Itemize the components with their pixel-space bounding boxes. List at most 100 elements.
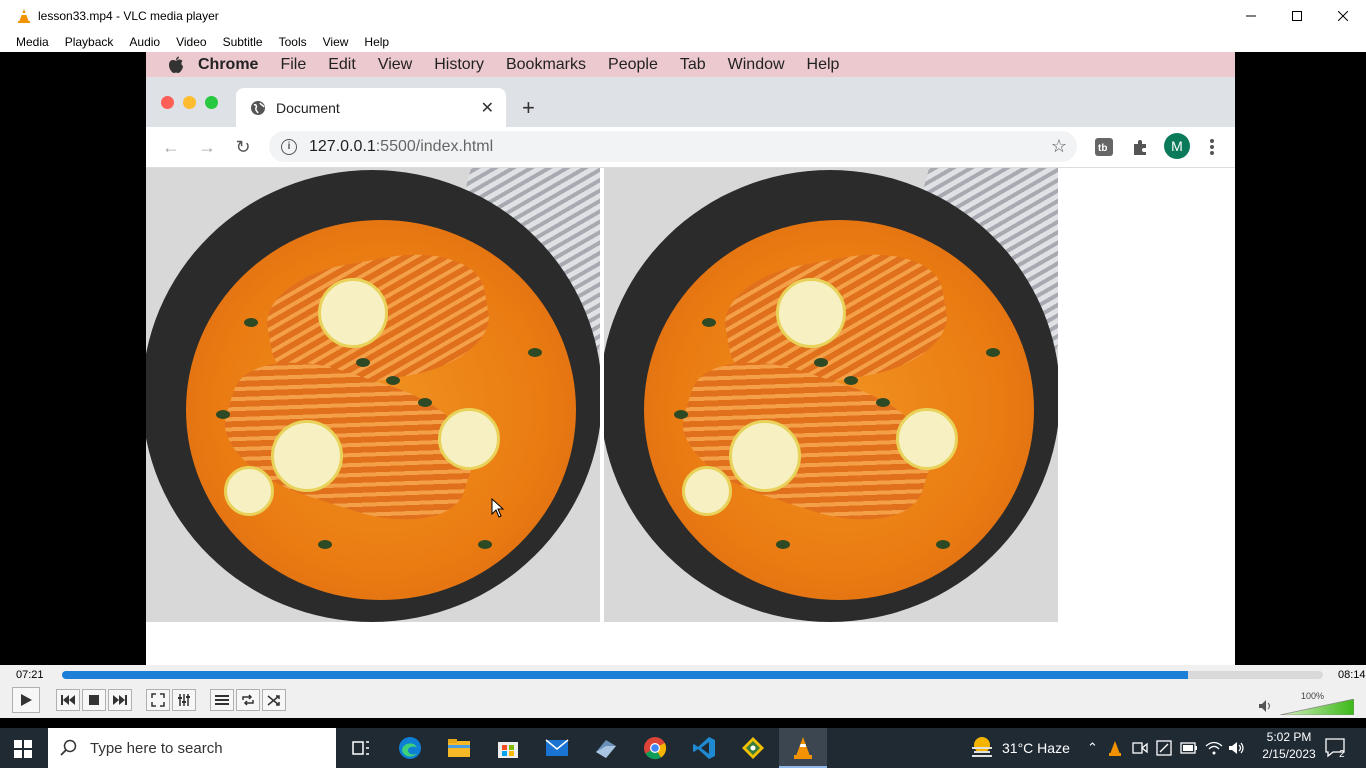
seek-bar[interactable] bbox=[62, 671, 1323, 679]
next-button[interactable] bbox=[108, 689, 132, 711]
loop-button[interactable] bbox=[236, 689, 260, 711]
shuffle-button[interactable] bbox=[262, 689, 286, 711]
mac-menu-file[interactable]: File bbox=[280, 56, 306, 74]
mac-menu-tab[interactable]: Tab bbox=[680, 56, 706, 74]
notification-count: 2 bbox=[1339, 749, 1345, 760]
vlc-title-bar: lesson33.mp4 - VLC media player bbox=[0, 0, 1366, 31]
taskbar-clock[interactable]: 5:02 PM 2/15/2023 bbox=[1250, 730, 1328, 761]
close-icon bbox=[1338, 10, 1348, 21]
more-menu-icon[interactable] bbox=[1208, 138, 1216, 156]
volume-icon[interactable] bbox=[1228, 740, 1246, 756]
menu-audio[interactable]: Audio bbox=[121, 35, 168, 49]
playlist-icon bbox=[215, 695, 229, 705]
microsoft-store-icon[interactable] bbox=[496, 736, 520, 760]
previous-button[interactable] bbox=[56, 689, 80, 711]
tab-close-icon[interactable]: ✕ bbox=[481, 98, 494, 118]
menu-media[interactable]: Media bbox=[8, 35, 57, 49]
previous-icon bbox=[61, 695, 75, 705]
url-host: 127.0.0.1 bbox=[309, 137, 376, 155]
svg-text:tb: tb bbox=[1098, 143, 1107, 154]
play-icon bbox=[21, 694, 32, 706]
play-button[interactable] bbox=[12, 687, 40, 713]
weather-haze-icon bbox=[972, 737, 992, 757]
address-bar[interactable]: i 127.0.0.1:5500/index.html ☆ bbox=[269, 131, 1077, 162]
total-time: 08:14 bbox=[1338, 669, 1366, 681]
show-hidden-icons-chevron-icon[interactable]: ⌃ bbox=[1087, 740, 1098, 756]
git-icon[interactable] bbox=[741, 736, 765, 760]
apple-icon bbox=[169, 56, 183, 73]
web-page-content bbox=[146, 168, 1235, 665]
globe-icon bbox=[251, 100, 265, 115]
minimize-button[interactable] bbox=[1228, 0, 1274, 31]
menu-tools[interactable]: Tools bbox=[271, 35, 315, 49]
elapsed-time: 07:21 bbox=[16, 669, 44, 681]
edge-browser-icon[interactable] bbox=[398, 736, 422, 760]
menu-subtitle[interactable]: Subtitle bbox=[215, 35, 271, 49]
mac-menu-bar: Chrome File Edit View History Bookmarks … bbox=[146, 52, 1235, 77]
app-icon[interactable] bbox=[594, 736, 618, 760]
vlc-taskbar-button[interactable] bbox=[779, 728, 827, 768]
windows-start-icon[interactable] bbox=[14, 740, 32, 758]
mac-menu-history[interactable]: History bbox=[434, 56, 484, 74]
display-icon[interactable] bbox=[1156, 740, 1172, 756]
mac-menu-window[interactable]: Window bbox=[728, 56, 785, 74]
extension-tb-icon[interactable]: tb bbox=[1095, 138, 1113, 156]
shuffle-icon bbox=[267, 695, 280, 706]
loop-icon bbox=[242, 694, 254, 706]
stop-icon bbox=[89, 695, 99, 705]
battery-icon[interactable] bbox=[1180, 741, 1198, 755]
profile-avatar[interactable]: M bbox=[1164, 133, 1190, 159]
extensions-puzzle-icon[interactable] bbox=[1131, 138, 1149, 156]
tray-vlc-icon[interactable] bbox=[1108, 740, 1122, 756]
url-path: :5500/index.html bbox=[375, 137, 494, 155]
menu-view[interactable]: View bbox=[315, 35, 357, 49]
menu-playback[interactable]: Playback bbox=[57, 35, 122, 49]
bookmark-star-icon[interactable]: ☆ bbox=[1051, 136, 1067, 157]
file-explorer-icon[interactable] bbox=[447, 736, 471, 760]
meet-now-icon[interactable] bbox=[1132, 741, 1148, 755]
mouse-cursor-icon bbox=[491, 498, 505, 518]
mac-menu-people[interactable]: People bbox=[608, 56, 658, 74]
reload-icon[interactable]: ↻ bbox=[233, 137, 253, 157]
mac-menu-bookmarks[interactable]: Bookmarks bbox=[506, 56, 586, 74]
clock-date: 2/15/2023 bbox=[1262, 747, 1316, 761]
menu-video[interactable]: Video bbox=[168, 35, 214, 49]
maximize-icon bbox=[1292, 10, 1302, 21]
mac-menu-view[interactable]: View bbox=[378, 56, 412, 74]
taskbar-search-box[interactable]: Type here to search bbox=[48, 728, 336, 768]
maximize-button[interactable] bbox=[1274, 0, 1320, 31]
minimize-window-dot[interactable] bbox=[183, 96, 196, 109]
task-view-icon[interactable] bbox=[349, 736, 373, 760]
fullscreen-button[interactable] bbox=[146, 689, 170, 711]
search-icon bbox=[60, 739, 77, 756]
wifi-icon[interactable] bbox=[1205, 740, 1223, 756]
stop-button[interactable] bbox=[82, 689, 106, 711]
url-text: 127.0.0.1:5500/index.html bbox=[309, 138, 493, 156]
close-window-dot[interactable] bbox=[161, 96, 174, 109]
site-info-icon[interactable]: i bbox=[281, 138, 297, 155]
tab-document[interactable]: Document ✕ bbox=[236, 88, 506, 127]
back-icon[interactable]: ← bbox=[161, 137, 181, 157]
mac-menu-app[interactable]: Chrome bbox=[198, 56, 258, 74]
minimize-icon bbox=[1246, 15, 1256, 16]
chrome-toolbar: ← → ↻ i 127.0.0.1:5500/index.html ☆ tb M bbox=[146, 127, 1235, 168]
vlc-controls: 07:21 08:14 100% bbox=[0, 665, 1366, 718]
volume-speaker-icon[interactable] bbox=[1258, 699, 1274, 713]
clock-time: 5:02 PM bbox=[1266, 730, 1312, 744]
mac-menu-help[interactable]: Help bbox=[807, 56, 840, 74]
next-icon bbox=[113, 695, 127, 705]
volume-slider[interactable] bbox=[1280, 699, 1354, 715]
playlist-button[interactable] bbox=[210, 689, 234, 711]
forward-icon[interactable]: → bbox=[197, 137, 217, 157]
vscode-icon[interactable] bbox=[692, 736, 716, 760]
zoom-window-dot[interactable] bbox=[205, 96, 218, 109]
mail-icon[interactable] bbox=[545, 736, 569, 760]
close-button[interactable] bbox=[1320, 0, 1366, 31]
chrome-taskbar-icon[interactable] bbox=[643, 736, 667, 760]
extended-settings-button[interactable] bbox=[172, 689, 196, 711]
new-tab-icon[interactable]: + bbox=[522, 95, 535, 121]
weather-text[interactable]: 31°C Haze bbox=[1002, 740, 1070, 756]
menu-help[interactable]: Help bbox=[356, 35, 397, 49]
mac-menu-edit[interactable]: Edit bbox=[328, 56, 356, 74]
vlc-logo-icon bbox=[18, 8, 30, 23]
